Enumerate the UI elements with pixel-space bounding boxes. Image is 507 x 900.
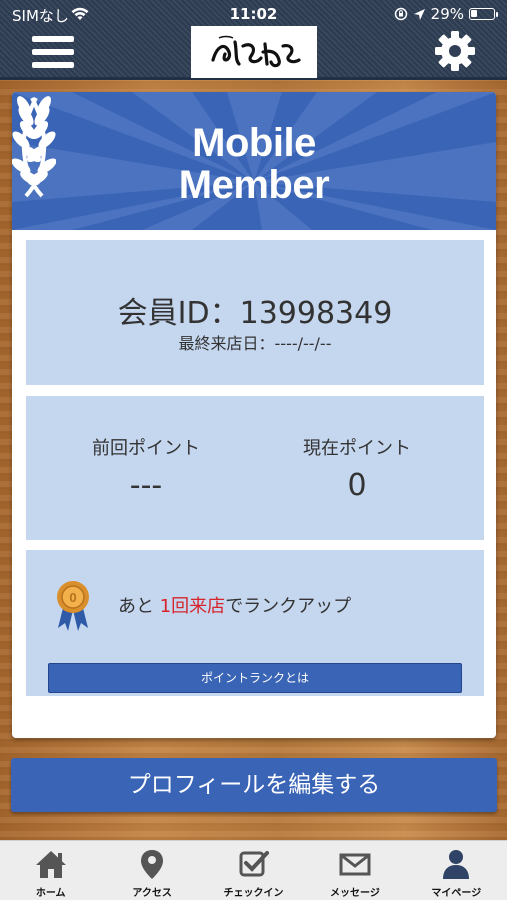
battery-percent: 29% xyxy=(430,5,464,23)
tab-checkin-label: チェックイン xyxy=(223,888,284,899)
location-arrow-icon xyxy=(413,8,425,20)
shop-logo xyxy=(191,26,317,78)
medal-icon: 0 xyxy=(57,581,89,631)
app-header: SIMなし 11:02 29% xyxy=(0,0,507,80)
current-points-value: 0 xyxy=(347,468,367,503)
member-id-panel: 会員ID：13998349 最終来店日：----/--/-- xyxy=(26,240,484,385)
rank-up-message: あと 1回来店でランクアップ xyxy=(118,592,351,618)
rank-text-highlight: 1回来店 xyxy=(159,596,226,617)
last-visit-date: 最終来店日：----/--/-- xyxy=(178,334,332,353)
tab-mypage[interactable]: マイページ xyxy=(406,841,507,900)
envelope-icon xyxy=(339,853,371,876)
previous-points-value: --- xyxy=(129,468,163,503)
home-icon xyxy=(35,851,66,878)
status-bar: SIMなし 11:02 29% xyxy=(0,0,507,28)
tab-message-label: メッセージ xyxy=(330,888,380,899)
tab-access-label: アクセス xyxy=(132,888,172,899)
map-pin-icon xyxy=(141,850,164,879)
tab-mypage-label: マイページ xyxy=(431,888,482,899)
rank-panel: 0 あと 1回来店でランクアップ ポイントランクとは xyxy=(26,550,484,696)
tab-checkin[interactable]: チェックイン xyxy=(203,841,304,900)
rotation-lock-icon xyxy=(394,7,407,21)
user-icon xyxy=(443,850,470,879)
gear-icon[interactable] xyxy=(434,30,476,72)
tab-access[interactable]: アクセス xyxy=(101,841,202,900)
bottom-tab-bar: ホーム アクセス チェックイン メッセージ マイページ xyxy=(0,840,507,900)
edit-profile-button[interactable]: プロフィールを編集する xyxy=(11,758,497,812)
status-right: 29% xyxy=(394,5,498,23)
tab-home-label: ホーム xyxy=(35,888,66,899)
member-id: 会員ID：13998349 xyxy=(117,296,393,331)
battery-icon xyxy=(469,8,498,20)
rank-text-prefix: あと xyxy=(118,596,160,617)
banner-title-line1: Mobile xyxy=(192,121,316,165)
rank-text-suffix: でランクアップ xyxy=(225,596,352,617)
mobile-member-banner: Mobile Member xyxy=(12,92,496,230)
points-panel: 前回ポイント --- 現在ポイント 0 xyxy=(26,396,484,540)
current-points-label: 現在ポイント xyxy=(303,438,411,459)
previous-points-label: 前回ポイント xyxy=(92,438,200,459)
battery-level-fill xyxy=(471,10,477,17)
banner-title: Mobile Member xyxy=(12,122,496,206)
point-rank-info-button[interactable]: ポイントランクとは xyxy=(48,663,462,693)
tab-home[interactable]: ホーム xyxy=(0,841,101,900)
shop-logo-mark xyxy=(211,35,301,68)
member-card: Mobile Member 会員ID：13998349 最終来店日：----/-… xyxy=(12,92,496,738)
tab-message[interactable]: メッセージ xyxy=(304,841,405,900)
banner-title-line2: Member xyxy=(178,163,330,207)
medal-number: 0 xyxy=(69,590,76,605)
checkin-icon xyxy=(239,851,269,877)
hamburger-menu-icon[interactable] xyxy=(32,36,74,68)
